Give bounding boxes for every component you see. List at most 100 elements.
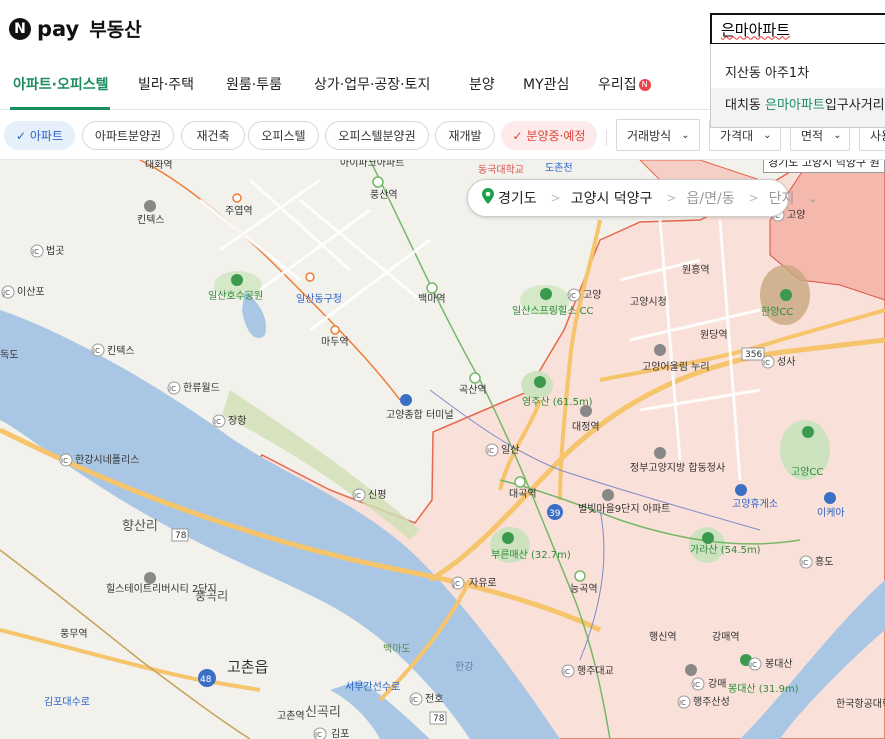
autocomplete-item[interactable]: 대치동 은마아파트입구사거리 bbox=[725, 94, 885, 113]
label-gangmae: 강매역 bbox=[712, 631, 740, 643]
chip-reconstruction[interactable]: 재건축 bbox=[181, 121, 245, 150]
label-hangang: 한강 bbox=[455, 661, 473, 673]
chip-redevelopment[interactable]: 재개발 bbox=[435, 121, 495, 150]
chevron-down-icon: ⌄ bbox=[833, 129, 842, 141]
tab-apartment-officetel[interactable]: 아파트·오피스텔 bbox=[13, 74, 108, 94]
shop-icon bbox=[824, 492, 836, 504]
government-icon bbox=[654, 447, 666, 459]
svg-text:IC: IC bbox=[61, 457, 68, 465]
apartment-icon bbox=[602, 489, 614, 501]
dropdown-deal-type[interactable]: 거래방식 ⌄ bbox=[616, 119, 700, 151]
breadcrumb-separator-icon: > bbox=[666, 191, 677, 205]
svg-text:IC: IC bbox=[411, 696, 418, 704]
label-seobu: 서부간선수로 bbox=[345, 681, 400, 693]
mountain-icon bbox=[534, 376, 546, 388]
station-icon bbox=[580, 405, 592, 417]
tab-commercial[interactable]: 상가·업무·공장·토지 bbox=[314, 74, 430, 94]
logo-pay-text: pay bbox=[37, 16, 80, 41]
label-goyang-rest: 고양휴게소 bbox=[732, 498, 778, 510]
label-government: 정부고양지방 합동청사 bbox=[630, 462, 725, 474]
label-goyang2: 고양 bbox=[787, 209, 805, 221]
apartment-icon bbox=[144, 572, 156, 584]
label-daegok: 대곡역 bbox=[509, 488, 537, 500]
breadcrumb-complex[interactable]: 단지 bbox=[769, 188, 795, 208]
label-pungsan: 풍산역 bbox=[370, 189, 398, 201]
label-bongdae-mt: 봉대산 (31.9m) bbox=[728, 683, 799, 695]
chip-officetel[interactable]: 오피스텔 bbox=[248, 121, 319, 150]
breadcrumb-dong[interactable]: 읍/면/동 bbox=[687, 188, 735, 208]
label-haengju: 행주대교 bbox=[577, 665, 614, 677]
map-view[interactable]: 대화역 킨텍스 법곳 이산포 주엽역 일산호수공원 독도 킨텍스 한류월드 장항… bbox=[0, 160, 885, 739]
logo-service-text: 부동산 bbox=[89, 19, 142, 41]
label-byeolbit: 별빛마을9단지 아파트 bbox=[578, 503, 670, 515]
label-hangang-park: 한강시네폴리스 bbox=[75, 454, 139, 466]
golf-icon bbox=[780, 289, 792, 301]
label-daehwa: 대화역 bbox=[145, 160, 173, 171]
label-ipark: 아이파크아파트 bbox=[340, 160, 404, 169]
label-pungmu: 풍무역 bbox=[60, 628, 88, 640]
label-youngjusan: 영주산 (61.5m) bbox=[522, 396, 593, 408]
chevron-down-icon[interactable]: ⌄ bbox=[808, 192, 817, 205]
svg-text:IC: IC bbox=[214, 418, 221, 426]
route-78b: 78 bbox=[433, 714, 445, 724]
autocomplete-item[interactable]: 지산동 아주1차 bbox=[725, 62, 809, 81]
breadcrumb-province[interactable]: 경기도 bbox=[498, 188, 537, 208]
svg-text:IC: IC bbox=[763, 359, 770, 367]
label-jayuro: 자유로 bbox=[469, 577, 497, 589]
location-pin-icon bbox=[482, 188, 494, 208]
tab-oneroom[interactable]: 원룸·투룸 bbox=[226, 74, 282, 94]
label-goyang-terminal: 고양종합 터미널 bbox=[386, 409, 454, 421]
tab-my-home[interactable]: 우리집 N bbox=[598, 74, 651, 94]
region-tooltip: 경기도 고양시 덕양구 원 bbox=[763, 160, 885, 173]
label-ilsan-spring: 일산스프링힐스 CC bbox=[512, 304, 594, 317]
golf-icon bbox=[802, 426, 814, 438]
label-dokdo: 독도 bbox=[0, 349, 18, 361]
tab-my-interest[interactable]: MY관심 bbox=[523, 74, 569, 94]
chip-apartment-presale-right[interactable]: 아파트분양권 bbox=[82, 121, 174, 150]
chip-officetel-presale-right[interactable]: 오피스텔분양권 bbox=[325, 121, 429, 150]
svg-text:IC: IC bbox=[563, 668, 570, 676]
svg-text:IC: IC bbox=[32, 248, 39, 256]
park-icon bbox=[231, 274, 243, 286]
label-garasan: 가라산 (54.5m) bbox=[690, 544, 761, 556]
label-ilsan-lake: 일산호수공원 bbox=[208, 290, 263, 302]
ac-text: 지산동 아주1차 bbox=[725, 66, 810, 81]
svg-text:IC: IC bbox=[487, 447, 494, 455]
chip-apartment[interactable]: ✓ 아파트 bbox=[4, 121, 75, 150]
label-wondang: 원당역 bbox=[700, 329, 728, 341]
ac-prefix: 대치동 bbox=[725, 98, 766, 113]
route-39: 39 bbox=[549, 509, 561, 519]
mountain-icon bbox=[502, 532, 514, 544]
breadcrumb-separator-icon: > bbox=[748, 191, 759, 205]
logo[interactable]: N pay 부동산 bbox=[9, 15, 142, 42]
chip-presale-upcoming[interactable]: ✓ 분양중·예정 bbox=[501, 121, 597, 150]
label-hanryu: 한류월드 bbox=[183, 382, 220, 394]
label-seongsa: 성사 bbox=[777, 356, 795, 368]
dropdown-deal-type-label: 거래방식 bbox=[627, 128, 672, 143]
label-bukhansan: 부른매산 (32.7m) bbox=[491, 549, 571, 561]
label-isanpo: 이산포 bbox=[17, 286, 45, 298]
bus-terminal-icon bbox=[400, 394, 412, 406]
label-haengsin: 행신역 bbox=[649, 631, 677, 643]
tab-villa-house[interactable]: 빌라·주택 bbox=[138, 74, 194, 94]
tab-my-home-label: 우리집 bbox=[598, 77, 637, 93]
map-canvas: 대화역 킨텍스 법곳 이산포 주엽역 일산호수공원 독도 킨텍스 한류월드 장항… bbox=[0, 160, 885, 739]
label-heungdo: 흥도 bbox=[815, 555, 833, 568]
label-dochon: 도촌천 bbox=[545, 162, 573, 174]
label-jeonho: 전호 bbox=[425, 693, 443, 705]
breadcrumb-separator-icon: > bbox=[550, 191, 561, 205]
tab-presale[interactable]: 분양 bbox=[469, 74, 495, 94]
search-box[interactable] bbox=[710, 13, 885, 45]
park-icon bbox=[540, 288, 552, 300]
route-78a: 78 bbox=[175, 531, 187, 541]
label-gochon: 고촌읍 bbox=[227, 658, 268, 676]
building-icon bbox=[654, 344, 666, 356]
label-daejeong: 대정역 bbox=[572, 421, 600, 433]
search-autocomplete: 지산동 아주1차 대치동 은마아파트입구사거리 bbox=[710, 44, 885, 128]
location-breadcrumb[interactable]: 경기도 > 고양시 덕양구 > 읍/면/동 > 단지 ⌄ bbox=[467, 179, 818, 217]
search-input[interactable] bbox=[712, 15, 885, 43]
label-madu: 마두역 bbox=[321, 336, 349, 348]
label-sinpyeong: 신평 bbox=[368, 489, 386, 501]
breadcrumb-city[interactable]: 고양시 덕양구 bbox=[571, 188, 653, 208]
label-kintex: 킨텍스 bbox=[137, 214, 165, 226]
